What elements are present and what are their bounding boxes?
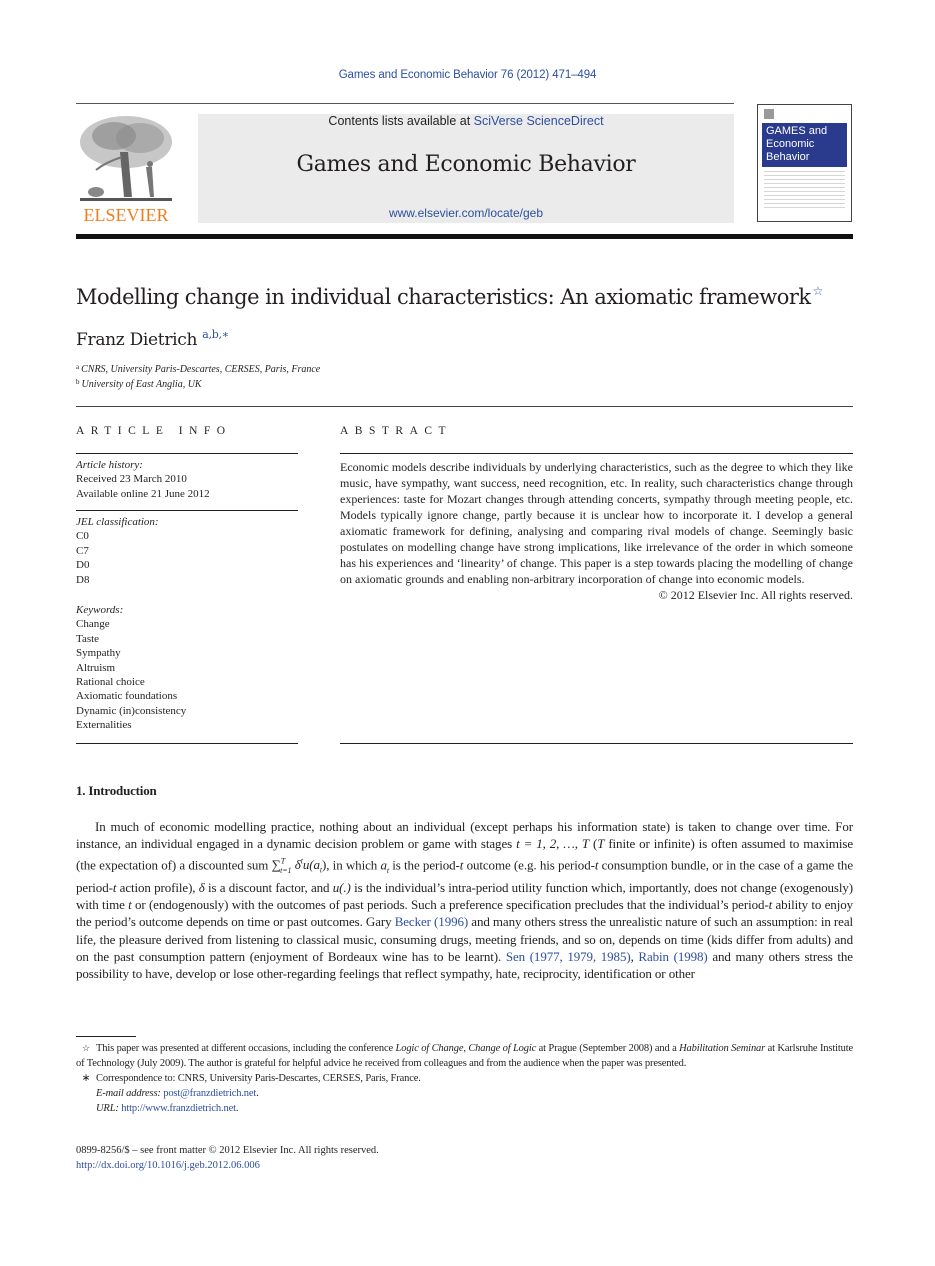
keyword: Taste xyxy=(76,632,100,645)
math-stages: t = 1, 2, …, T xyxy=(516,836,589,852)
math-discounted-sum: ∑Tt=1 δtu(at) xyxy=(271,856,327,875)
cover-title-line: Behavior xyxy=(766,151,810,163)
article-title-text: Modelling change in individual character… xyxy=(76,285,811,309)
elsevier-wordmark: ELSEVIER xyxy=(83,205,169,225)
jel-code: D8 xyxy=(76,573,90,586)
abstract-bottom-rule xyxy=(340,743,853,744)
footnote-url: URL: http://www.franzdietrich.net. xyxy=(96,1103,239,1114)
journal-homepage-link[interactable]: www.elsevier.com/locate/geb xyxy=(198,206,734,220)
contents-prefix: Contents lists available at xyxy=(328,114,474,128)
introduction-body: In much of economic modelling practice, … xyxy=(76,818,853,983)
sciencedirect-link[interactable]: SciVerse ScienceDirect xyxy=(474,114,604,128)
abstract-heading: ABSTRACT xyxy=(340,425,453,437)
front-matter-rule xyxy=(76,406,853,407)
footnote-rule xyxy=(76,1036,136,1037)
doi-link[interactable]: http://dx.doi.org/10.1016/j.geb.2012.06.… xyxy=(76,1160,260,1171)
author-name[interactable]: Franz Dietrich xyxy=(76,330,197,350)
affiliation-mark: b xyxy=(76,378,80,386)
reference-link-becker[interactable]: Becker (1996) xyxy=(395,914,469,929)
elsevier-tree-icon xyxy=(80,116,172,201)
keyword: Dynamic (in)consistency xyxy=(76,704,187,717)
abstract-text: Economic models describe individuals by … xyxy=(340,460,853,586)
introduction-paragraph: In much of economic modelling practice, … xyxy=(76,819,854,982)
issn-copyright-line: 0899-8256/$ – see front matter © 2012 El… xyxy=(76,1145,379,1156)
bottom-info: 0899-8256/$ – see front matter © 2012 El… xyxy=(76,1143,379,1173)
title-footnote-star-icon[interactable]: ☆ xyxy=(813,284,824,298)
article-history: Article history: Received 23 March 2010 … xyxy=(76,458,298,501)
article-info-rule xyxy=(76,453,298,454)
header-rule xyxy=(76,103,734,104)
keyword: Rational choice xyxy=(76,676,145,689)
jel-code: C7 xyxy=(76,544,89,557)
affiliation-text: University of East Anglia, UK xyxy=(81,379,202,390)
jel-classification: JEL classification: C0 C7 D0 D8 xyxy=(76,515,298,587)
reference-link-sen[interactable]: Sen (1977, 1979, 1985) xyxy=(506,949,631,964)
affiliation-b: b University of East Anglia, UK xyxy=(76,378,202,390)
jel-code: C0 xyxy=(76,530,89,543)
affiliation-a: a CNRS, University Paris-Descartes, CERSE… xyxy=(76,363,320,375)
masthead-thick-rule xyxy=(76,234,853,239)
history-label: Article history: xyxy=(76,459,143,471)
jel-label: JEL classification: xyxy=(76,516,159,528)
footnote-star: ☆ This paper was presented at different o… xyxy=(76,1043,854,1069)
journal-masthead: Contents lists available at SciVerse Sci… xyxy=(198,114,734,223)
keyword: Change xyxy=(76,618,110,631)
journal-title: Games and Economic Behavior xyxy=(296,152,636,177)
footnote-star-icon: ☆ xyxy=(82,1043,90,1053)
author-line: Franz Dietrich a,b,∗ xyxy=(76,328,229,350)
abstract-rule xyxy=(340,453,853,454)
keyword: Sympathy xyxy=(76,647,121,660)
cover-title-band: GAMES and Economic Behavior xyxy=(762,123,847,167)
article-info-rule xyxy=(76,510,298,511)
cover-contents-lines xyxy=(764,171,845,211)
abstract-body: Economic models describe individuals by … xyxy=(340,459,853,603)
cover-title-line: GAMES and xyxy=(766,125,828,137)
cover-publisher-icon xyxy=(764,109,774,119)
article-info-bottom-rule xyxy=(76,743,298,744)
elsevier-logo[interactable]: ELSEVIER xyxy=(76,112,176,226)
journal-citation[interactable]: Games and Economic Behavior 76 (2012) 47… xyxy=(0,69,935,81)
asterisk-icon: ∗ xyxy=(81,1073,91,1084)
received-date: Received 23 March 2010 xyxy=(76,473,187,486)
footnotes: ☆ This paper was presented at different o… xyxy=(76,1041,853,1116)
footnote-email: E-mail address: post@franzdietrich.net. xyxy=(96,1088,259,1099)
reference-link-rabin[interactable]: Rabin (1998) xyxy=(638,949,707,964)
affiliation-text: CNRS, University Paris-Descartes, CERSES… xyxy=(81,364,321,375)
keywords: Keywords: Change Taste Sympathy Altruism… xyxy=(76,603,298,733)
section-heading-introduction: 1. Introduction xyxy=(76,783,157,798)
keyword: Externalities xyxy=(76,719,132,732)
cover-title-line: Economic xyxy=(766,138,815,150)
available-online-date: Available online 21 June 2012 xyxy=(76,487,210,500)
article-title: Modelling change in individual character… xyxy=(76,284,823,309)
homepage-link[interactable]: http://www.franzdietrich.net xyxy=(121,1103,236,1114)
email-link[interactable]: post@franzdietrich.net xyxy=(163,1088,256,1099)
keywords-label: Keywords: xyxy=(76,604,124,616)
affiliation-mark: a xyxy=(76,363,80,371)
footnote-correspondence: ∗ Correspondence to: CNRS, University Par… xyxy=(76,1071,853,1086)
article-info-heading: ARTICLE INFO xyxy=(76,425,232,437)
keyword: Axiomatic foundations xyxy=(76,690,178,703)
contents-line: Contents lists available at SciVerse Sci… xyxy=(198,114,734,128)
keyword: Altruism xyxy=(76,661,116,674)
author-affiliation-marks[interactable]: a,b,∗ xyxy=(202,328,229,341)
journal-cover-thumbnail[interactable]: GAMES and Economic Behavior xyxy=(757,104,852,222)
jel-code: D0 xyxy=(76,559,90,572)
abstract-copyright: © 2012 Elsevier Inc. All rights reserved… xyxy=(658,588,853,602)
